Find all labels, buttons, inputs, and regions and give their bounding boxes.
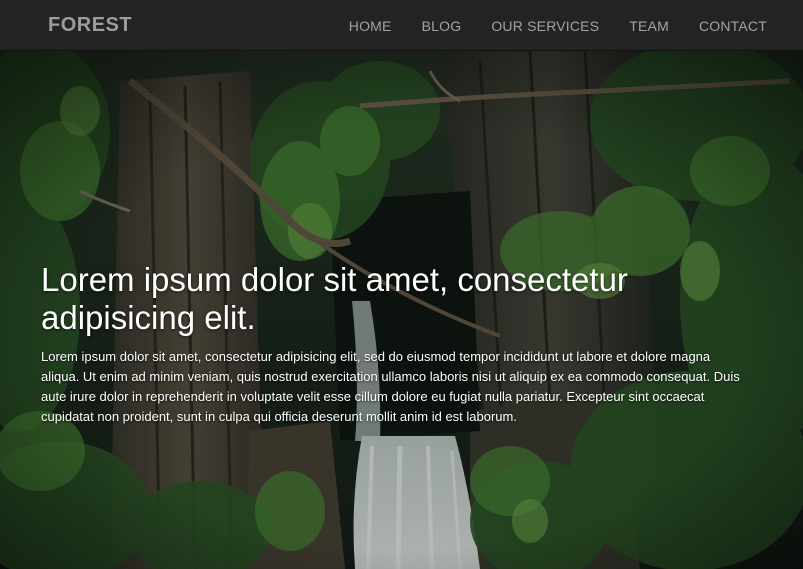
page: FOREST HOME BLOG OUR SERVICES TEAM CONTA…	[0, 0, 803, 569]
nav-link-team[interactable]: TEAM	[629, 18, 669, 34]
nav-menu: HOME BLOG OUR SERVICES TEAM CONTACT	[319, 0, 767, 51]
hero-section: Lorem ipsum dolor sit amet, consectetur …	[0, 51, 803, 569]
brand-logo-link[interactable]: FOREST	[48, 14, 132, 37]
nav-link-home[interactable]: HOME	[349, 18, 392, 34]
hero-content: Lorem ipsum dolor sit amet, consectetur …	[41, 261, 741, 427]
hero-paragraph: Lorem ipsum dolor sit amet, consectetur …	[41, 349, 740, 424]
nav-link-our-services[interactable]: OUR SERVICES	[491, 18, 599, 34]
hero-heading: Lorem ipsum dolor sit amet, consectetur …	[41, 261, 628, 336]
nav-link-blog[interactable]: BLOG	[422, 18, 462, 34]
nav-link-contact[interactable]: CONTACT	[699, 18, 767, 34]
top-navbar: FOREST HOME BLOG OUR SERVICES TEAM CONTA…	[0, 0, 803, 51]
